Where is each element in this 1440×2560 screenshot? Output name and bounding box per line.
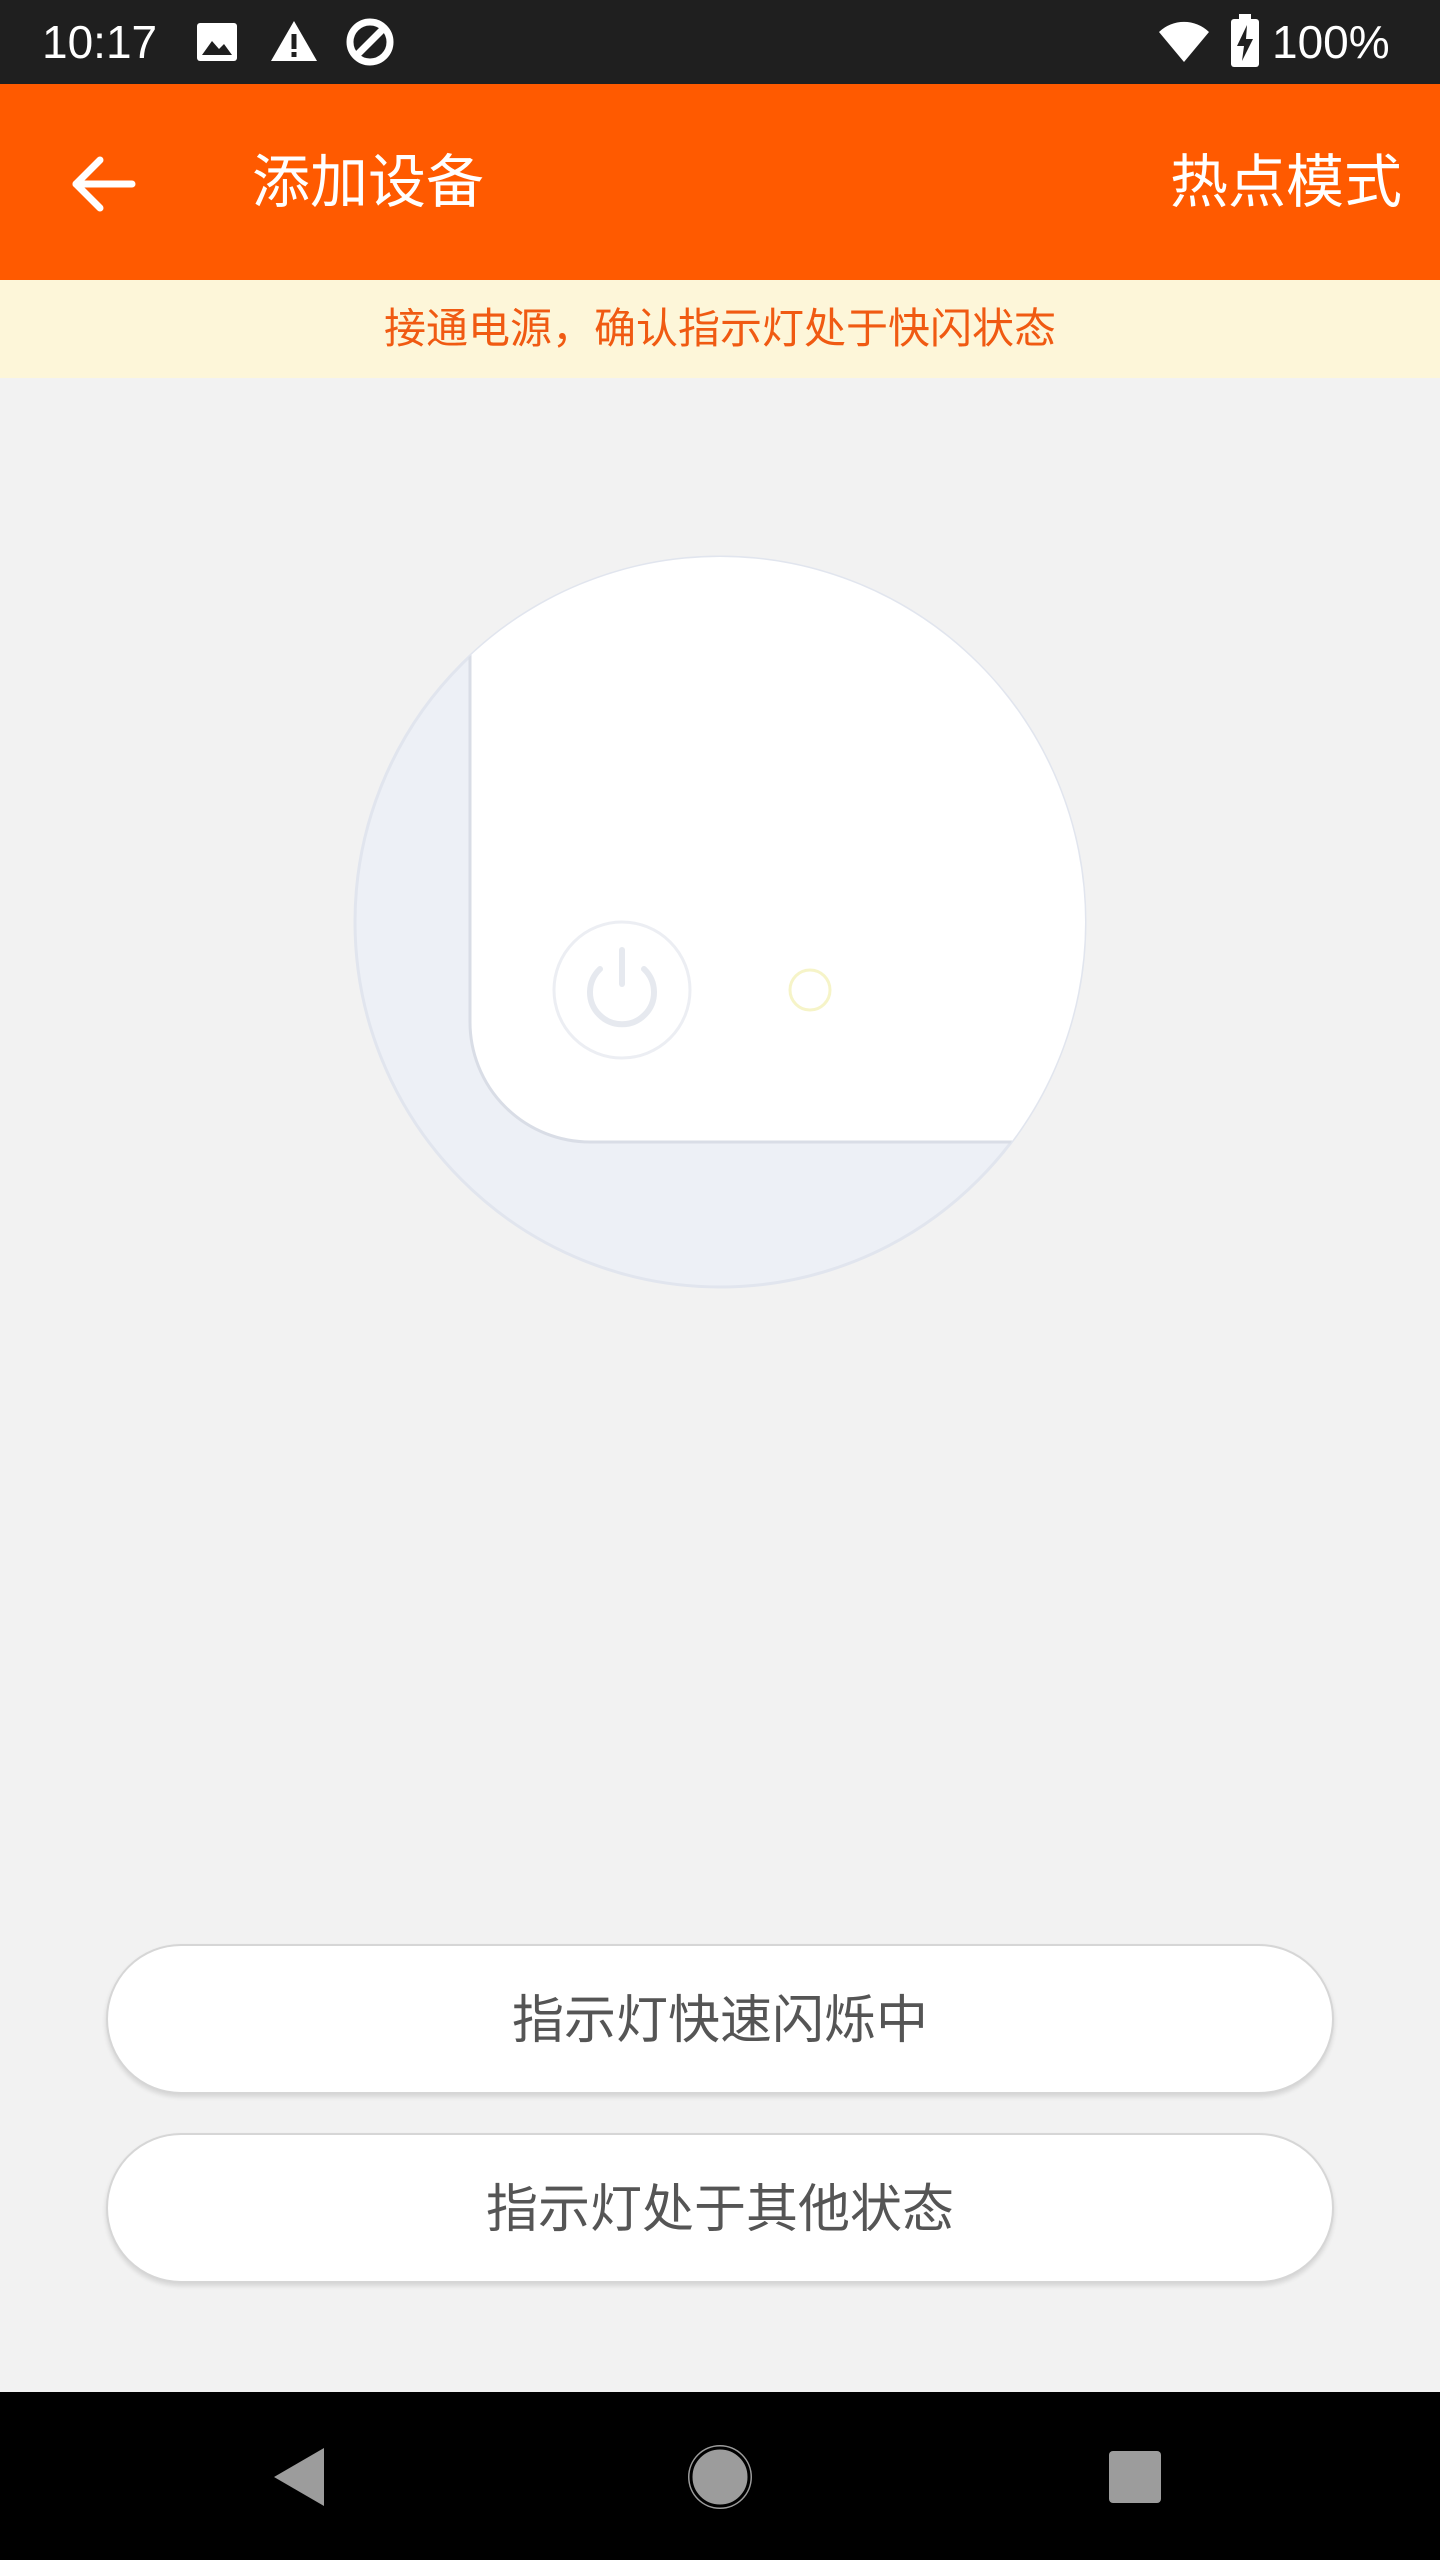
fast-blink-button[interactable]: 指示灯快速闪烁中 bbox=[106, 1944, 1334, 2094]
battery-percent: 100% bbox=[1272, 16, 1390, 68]
battery-charging-icon bbox=[1231, 14, 1259, 67]
back-button[interactable] bbox=[62, 142, 146, 226]
status-time: 10:17 bbox=[42, 16, 158, 68]
image-icon bbox=[197, 23, 237, 61]
nav-home-button[interactable] bbox=[675, 2432, 765, 2522]
power-button-icon bbox=[552, 920, 692, 1060]
hotspot-mode-button[interactable]: 热点模式 bbox=[1170, 146, 1402, 218]
home-circle-icon bbox=[688, 2445, 752, 2509]
navigation-bar bbox=[0, 2392, 1440, 2560]
data-saver-icon bbox=[346, 18, 394, 66]
arrow-left-icon bbox=[72, 156, 136, 212]
warning-icon bbox=[271, 21, 317, 61]
status-bar: 10:17 100% bbox=[0, 0, 1440, 84]
wifi-icon bbox=[1159, 21, 1209, 62]
recents-square-icon bbox=[1109, 2451, 1161, 2503]
hint-banner: 接通电源，确认指示灯处于快闪状态 bbox=[0, 280, 1440, 378]
page-title: 添加设备 bbox=[252, 148, 485, 216]
indicator-light-icon bbox=[788, 968, 832, 1012]
back-triangle-icon bbox=[274, 2448, 324, 2506]
nav-back-button[interactable] bbox=[256, 2432, 346, 2522]
other-state-button[interactable]: 指示灯处于其他状态 bbox=[106, 2133, 1334, 2283]
app-bar: 添加设备 热点模式 bbox=[0, 84, 1440, 280]
nav-recents-button[interactable] bbox=[1090, 2432, 1180, 2522]
device-illustration bbox=[350, 552, 1090, 1292]
